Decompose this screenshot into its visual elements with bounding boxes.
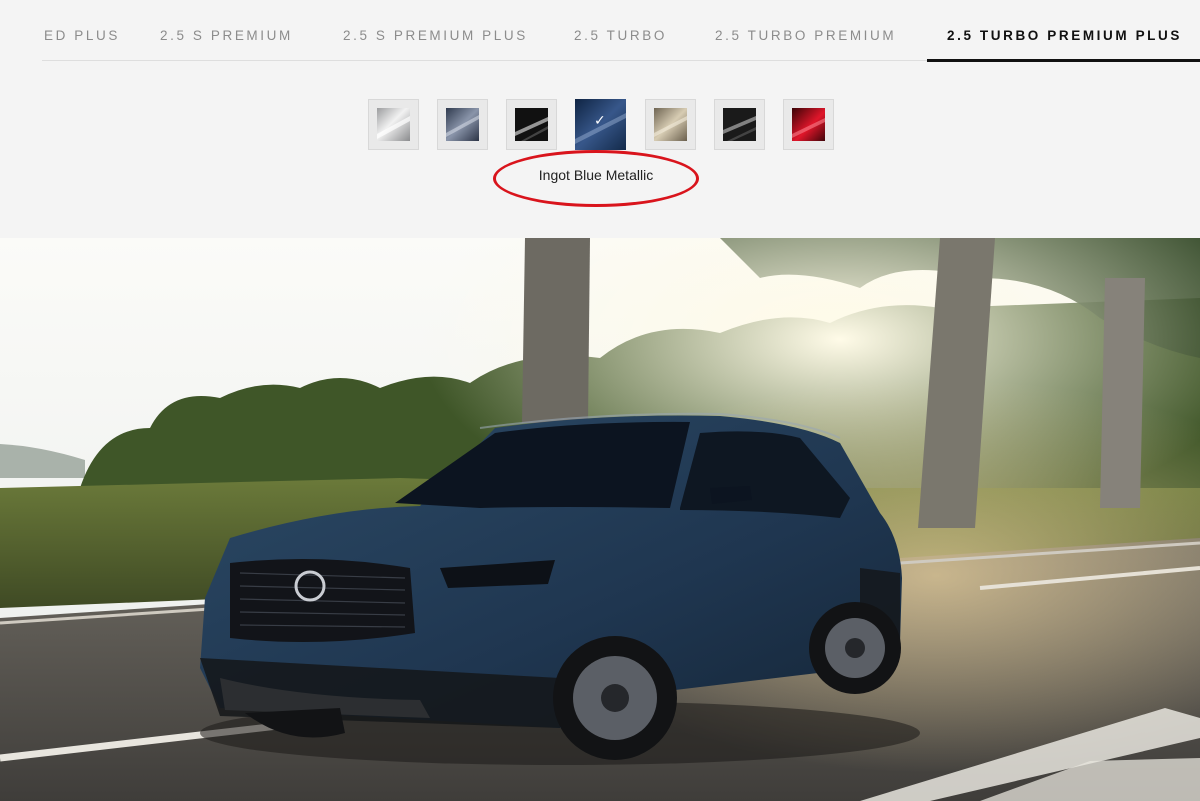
black-swatch-icon [515, 108, 548, 141]
tab-2-5-s-premium[interactable]: 2.5 S PREMIUM [160, 28, 293, 62]
beige-swatch-icon [654, 108, 687, 141]
tab-2-5-turbo-premium-plus[interactable]: 2.5 TURBO PREMIUM PLUS [927, 28, 1200, 62]
red-swatch-icon [792, 108, 825, 141]
swatch-silver[interactable] [368, 99, 419, 150]
vehicle-image [0, 238, 1200, 801]
tab-2-5-s-premium-plus[interactable]: 2.5 S PREMIUM PLUS [343, 28, 528, 62]
swatch-beige[interactable] [645, 99, 696, 150]
gray-blue-swatch-icon [446, 108, 479, 141]
trim-tabs: ED PLUS 2.5 S PREMIUM 2.5 S PREMIUM PLUS… [0, 0, 1200, 62]
dark-swatch-icon [723, 108, 756, 141]
swatch-red[interactable] [783, 99, 834, 150]
tab-2-5-turbo-premium[interactable]: 2.5 TURBO PREMIUM [715, 28, 896, 62]
swatch-dark[interactable] [714, 99, 765, 150]
annotation-ring [493, 150, 699, 207]
swatch-gray-blue[interactable] [437, 99, 488, 150]
swatch-black[interactable] [506, 99, 557, 150]
swatch-ingot-blue[interactable]: ✓ [575, 99, 626, 150]
configurator-panel: ED PLUS 2.5 S PREMIUM 2.5 S PREMIUM PLUS… [0, 0, 1200, 238]
tab-ed-plus[interactable]: ED PLUS [44, 28, 120, 62]
selected-check-icon: ✓ [594, 113, 606, 129]
color-swatches: ✓ [368, 99, 838, 151]
silver-swatch-icon [377, 108, 410, 141]
tab-2-5-turbo[interactable]: 2.5 TURBO [574, 28, 667, 62]
